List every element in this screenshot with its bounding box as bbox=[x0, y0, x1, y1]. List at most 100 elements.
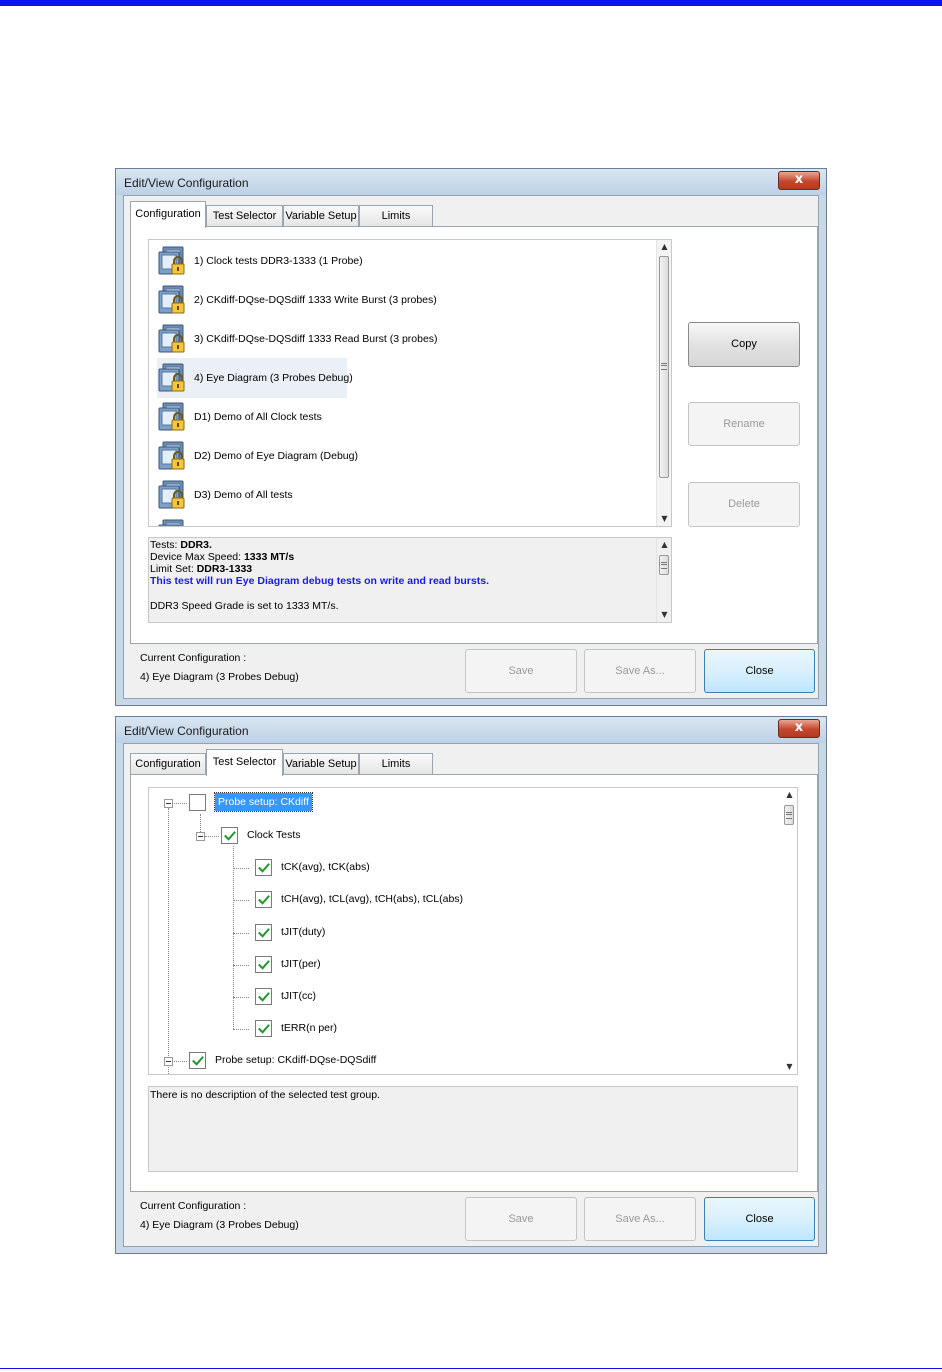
desc-speed-line: Device Max Speed: 1333 MT/s bbox=[150, 551, 295, 563]
page-bottom-rule bbox=[0, 1368, 942, 1369]
collapse-icon[interactable] bbox=[164, 1057, 173, 1066]
tree-line bbox=[233, 868, 249, 869]
tree-node-probe-ckdiff-dqse-dqsdiff[interactable]: Probe setup: CKdiff-DQse-DQSdiff bbox=[189, 1052, 429, 1072]
tree-line bbox=[233, 1029, 249, 1030]
config-item-3[interactable]: 3) CKdiff-DQse-DQSdiff 1333 Read Burst (… bbox=[157, 321, 438, 357]
config-item-label: 2) CKdiff-DQse-DQSdiff 1333 Write Burst … bbox=[194, 294, 437, 306]
save-as-button[interactable]: Save As... bbox=[584, 1197, 696, 1241]
scroll-down-arrow-icon[interactable]: ▼ bbox=[782, 1060, 797, 1074]
checkbox-checked[interactable] bbox=[255, 1020, 272, 1037]
delete-button[interactable]: Delete bbox=[688, 482, 800, 527]
window-close-button[interactable]: x bbox=[778, 171, 820, 190]
tree-node-test[interactable]: tJIT(cc) bbox=[255, 988, 455, 1008]
close-button[interactable]: Close bbox=[704, 1197, 815, 1241]
tree-node-test[interactable]: tERR(n per) bbox=[255, 1020, 455, 1040]
config-item-partial[interactable] bbox=[157, 516, 197, 526]
configuration-list[interactable]: 1) Clock tests DDR3-1333 (1 Probe) 2) CK… bbox=[148, 239, 672, 527]
check-icon bbox=[257, 1023, 271, 1034]
config-item-label: D3) Demo of All tests bbox=[194, 489, 293, 501]
tree-line bbox=[233, 965, 249, 966]
scroll-down-arrow-icon[interactable]: ▼ bbox=[657, 512, 671, 526]
grip-icon bbox=[661, 562, 667, 569]
dialog-title: Edit/View Configuration bbox=[124, 176, 249, 190]
checkbox-checked[interactable] bbox=[221, 827, 238, 844]
config-item-d3[interactable]: D3) Demo of All tests bbox=[157, 477, 357, 513]
config-item-label: D2) Demo of Eye Diagram (Debug) bbox=[194, 450, 358, 462]
config-item-d2[interactable]: D2) Demo of Eye Diagram (Debug) bbox=[157, 438, 377, 474]
config-item-4-selected[interactable]: 4) Eye Diagram (3 Probes Debug) bbox=[157, 358, 353, 398]
close-icon: x bbox=[794, 720, 804, 735]
tab-test-selector[interactable]: Test Selector bbox=[206, 749, 283, 776]
check-icon bbox=[257, 894, 271, 905]
desc-limit-line: Limit Set: DDR3-1333 bbox=[150, 563, 253, 575]
locked-config-icon bbox=[158, 480, 185, 509]
tab-configuration[interactable]: Configuration bbox=[130, 753, 206, 775]
checkbox-unchecked[interactable] bbox=[189, 794, 206, 811]
save-button[interactable]: Save bbox=[465, 1197, 577, 1241]
checkbox-checked[interactable] bbox=[255, 956, 272, 973]
save-as-button[interactable]: Save As... bbox=[584, 649, 696, 693]
tree-node-test[interactable]: tCK(avg), tCK(abs) bbox=[255, 859, 455, 879]
tree-scrollbar[interactable]: ▲ ▼ bbox=[782, 788, 797, 1074]
checkbox-checked[interactable] bbox=[255, 891, 272, 908]
scroll-up-arrow-icon[interactable]: ▲ bbox=[657, 240, 671, 254]
checkbox-checked[interactable] bbox=[255, 924, 272, 941]
tree-node-clock-tests[interactable]: Clock Tests bbox=[221, 827, 341, 847]
edit-config-dialog-test-selector: Edit/View Configuration x Configuration … bbox=[115, 716, 827, 1254]
grip-icon bbox=[661, 363, 667, 370]
locked-config-icon bbox=[158, 441, 185, 470]
tree-node-probe-ckdiff[interactable]: Probe setup: CKdiff bbox=[189, 792, 349, 814]
rename-button[interactable]: Rename bbox=[688, 402, 800, 446]
config-item-1[interactable]: 1) Clock tests DDR3-1333 (1 Probe) bbox=[157, 243, 363, 279]
configuration-description: Tests: DDR3. Device Max Speed: 1333 MT/s… bbox=[148, 537, 672, 623]
tree-line bbox=[168, 808, 169, 1074]
tab-variable-setup[interactable]: Variable Setup bbox=[283, 205, 359, 227]
tree-line bbox=[233, 997, 249, 998]
desc-scrollbar[interactable]: ▲ ▼ bbox=[656, 538, 671, 622]
config-item-2[interactable]: 2) CKdiff-DQse-DQSdiff 1333 Write Burst … bbox=[157, 282, 437, 318]
tree-node-test[interactable]: tJIT(per) bbox=[255, 956, 455, 976]
config-list-scrollbar[interactable]: ▲ ▼ bbox=[656, 240, 671, 526]
locked-config-icon bbox=[158, 363, 185, 392]
scroll-thumb[interactable] bbox=[659, 555, 669, 575]
check-icon bbox=[257, 862, 271, 873]
checkbox-checked[interactable] bbox=[189, 1052, 206, 1069]
locked-config-icon bbox=[158, 246, 185, 275]
config-item-label: 1) Clock tests DDR3-1333 (1 Probe) bbox=[194, 255, 363, 267]
scroll-up-arrow-icon[interactable]: ▲ bbox=[657, 538, 671, 552]
locked-config-icon bbox=[158, 285, 185, 314]
collapse-icon[interactable] bbox=[196, 832, 205, 841]
checkbox-checked[interactable] bbox=[255, 859, 272, 876]
tree-node-test[interactable]: tJIT(duty) bbox=[255, 924, 455, 944]
scroll-thumb[interactable] bbox=[784, 805, 794, 825]
tab-configuration[interactable]: Configuration bbox=[130, 201, 206, 228]
title-bar: Edit/View Configuration x bbox=[116, 169, 826, 195]
current-config-value: 4) Eye Diagram (3 Probes Debug) bbox=[140, 671, 299, 683]
save-button[interactable]: Save bbox=[465, 649, 577, 693]
tab-limits[interactable]: Limits bbox=[359, 753, 433, 775]
locked-config-icon bbox=[158, 402, 185, 431]
tree-node-label: tJIT(duty) bbox=[281, 926, 326, 938]
tree-line bbox=[171, 1061, 187, 1062]
tree-node-test[interactable]: tCH(avg), tCL(avg), tCH(abs), tCL(abs) bbox=[255, 891, 515, 911]
tree-node-label: Probe setup: CKdiff-DQse-DQSdiff bbox=[215, 1054, 377, 1066]
dialog-client-area: Configuration Test Selector Variable Set… bbox=[123, 743, 819, 1247]
grip-icon bbox=[786, 812, 792, 819]
tree-node-label: Clock Tests bbox=[247, 829, 301, 841]
collapse-icon[interactable] bbox=[164, 799, 173, 808]
window-close-button[interactable]: x bbox=[778, 719, 820, 738]
copy-button[interactable]: Copy bbox=[688, 322, 800, 367]
tree-node-label: tJIT(per) bbox=[281, 958, 321, 970]
checkbox-checked[interactable] bbox=[255, 988, 272, 1005]
check-icon bbox=[257, 959, 271, 970]
close-button[interactable]: Close bbox=[704, 649, 815, 693]
tab-variable-setup[interactable]: Variable Setup bbox=[283, 753, 359, 775]
tab-limits[interactable]: Limits bbox=[359, 205, 433, 227]
scroll-up-arrow-icon[interactable]: ▲ bbox=[782, 788, 797, 802]
test-tree[interactable]: Probe setup: CKdiff Clock Tests tCK(avg)… bbox=[148, 787, 798, 1075]
config-item-d1[interactable]: D1) Demo of All Clock tests bbox=[157, 399, 357, 435]
tab-test-selector[interactable]: Test Selector bbox=[206, 205, 283, 227]
scroll-thumb[interactable] bbox=[659, 256, 669, 478]
scroll-down-arrow-icon[interactable]: ▼ bbox=[657, 608, 671, 622]
dialog-client-area: Configuration Test Selector Variable Set… bbox=[123, 195, 819, 699]
